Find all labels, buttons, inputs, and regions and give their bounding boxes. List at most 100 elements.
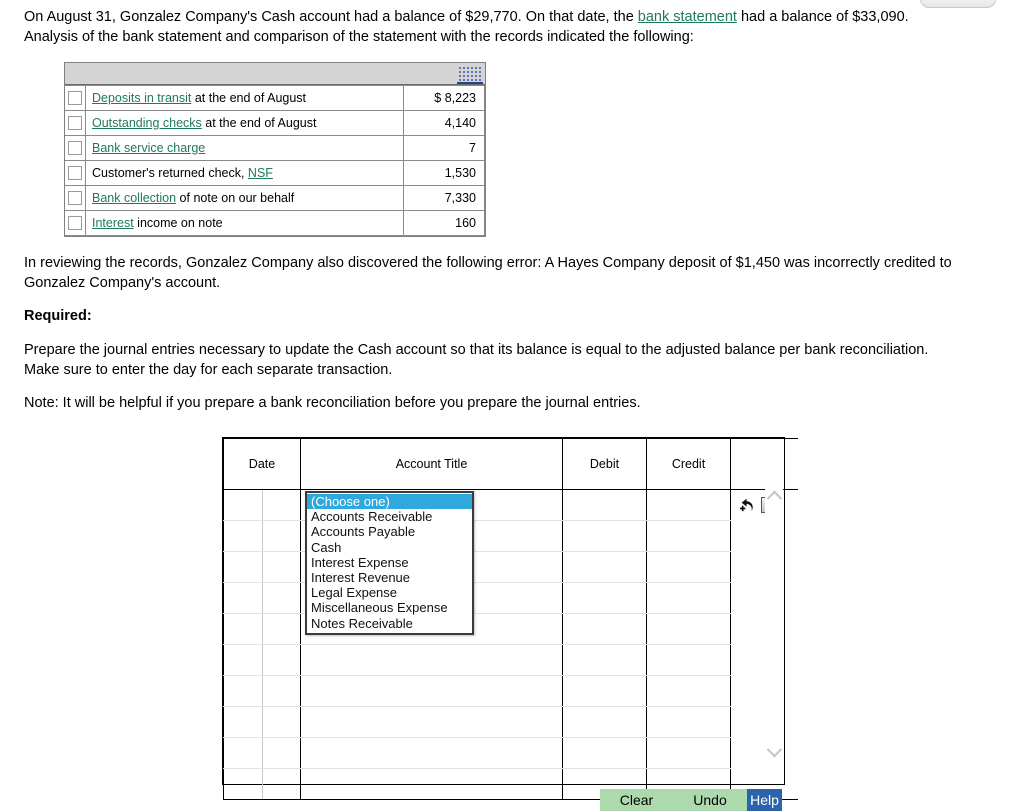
journal-day-cell[interactable] <box>262 675 301 707</box>
journal-account-title-cell[interactable] <box>300 706 563 738</box>
row-checkbox[interactable] <box>68 116 82 131</box>
journal-credit-cell[interactable] <box>646 520 731 552</box>
row-checkbox[interactable] <box>68 191 82 206</box>
account-title-dropdown[interactable]: (Choose one) Accounts Receivable Accounts … <box>305 491 474 635</box>
bank-statement-facts-table: Deposits in transit at the end of August… <box>64 62 486 237</box>
journal-entry-widget: Date Account Title Debit Credit × (Choos… <box>222 437 798 800</box>
journal-day-cell[interactable] <box>262 768 301 800</box>
fact-label-cell: Interest income on note <box>85 210 404 236</box>
undo-button[interactable]: Undo <box>673 789 747 811</box>
table-row: Outstanding checks at the end of August 4… <box>65 110 485 136</box>
journal-row <box>223 706 798 738</box>
journal-debit-cell[interactable] <box>562 737 647 769</box>
fact-amount-cell: 7,330 <box>403 185 485 211</box>
fact-label-text: income on note <box>133 216 223 230</box>
scroll-down-arrow-icon[interactable] <box>766 741 783 761</box>
journal-account-title-cell[interactable] <box>300 644 563 676</box>
journal-day-cell[interactable] <box>262 706 301 738</box>
dropdown-option[interactable]: Miscellaneous Expense <box>307 600 472 615</box>
row-checkbox-cell <box>65 185 86 211</box>
fact-amount-cell: $ 8,223 <box>403 85 485 111</box>
row-checkbox-cell <box>65 110 86 136</box>
facts-rows: Deposits in transit at the end of August… <box>65 85 485 236</box>
fact-amount-cell: 160 <box>403 210 485 236</box>
journal-credit-cell[interactable] <box>646 675 731 707</box>
note-paragraph: Note: It will be helpful if you prepare … <box>24 395 641 411</box>
journal-day-cell[interactable] <box>262 520 301 552</box>
column-header-date: Date <box>223 438 301 490</box>
journal-day-cell[interactable] <box>262 551 301 583</box>
row-checkbox[interactable] <box>68 216 82 231</box>
journal-credit-cell[interactable] <box>646 551 731 583</box>
journal-debit-cell[interactable] <box>562 675 647 707</box>
glossary-link[interactable]: Bank collection <box>92 191 176 205</box>
table-row: Interest income on note 160 <box>65 210 485 236</box>
row-checkbox[interactable] <box>68 141 82 156</box>
journal-account-title-cell[interactable] <box>300 768 563 800</box>
dropdown-option[interactable]: Cash <box>307 540 472 555</box>
dropdown-option[interactable]: Legal Expense <box>307 585 472 600</box>
help-button[interactable]: Help <box>747 789 782 811</box>
journal-debit-cell[interactable] <box>562 644 647 676</box>
journal-credit-cell[interactable] <box>646 737 731 769</box>
dropdown-option[interactable]: Interest Revenue <box>307 570 472 585</box>
journal-debit-cell[interactable] <box>562 582 647 614</box>
table-row: Bank service charge 7 <box>65 135 485 161</box>
journal-debit-cell[interactable] <box>562 551 647 583</box>
journal-day-cell[interactable] <box>262 582 301 614</box>
dropdown-option[interactable]: Accounts Payable <box>307 524 472 539</box>
scroll-up-arrow-icon[interactable] <box>766 487 783 507</box>
prepare-instructions: Prepare the journal entries necessary to… <box>24 342 929 378</box>
journal-date-cell[interactable] <box>223 489 263 521</box>
row-checkbox-cell <box>65 85 86 111</box>
journal-account-title-cell[interactable] <box>300 675 563 707</box>
journal-debit-cell[interactable] <box>562 613 647 645</box>
row-checkbox[interactable] <box>68 91 82 106</box>
bank-statement-link[interactable]: bank statement <box>638 9 737 25</box>
journal-date-cell[interactable] <box>223 520 263 552</box>
dropdown-option[interactable]: (Choose one) <box>307 494 472 510</box>
dropdown-option[interactable]: Accounts Receivable <box>307 509 472 524</box>
journal-date-cell[interactable] <box>223 706 263 738</box>
journal-table-head: Date Account Title Debit Credit <box>223 438 798 490</box>
review-paragraph: In reviewing the records, Gonzalez Compa… <box>24 255 952 291</box>
row-checkbox[interactable] <box>68 166 82 181</box>
journal-debit-cell[interactable] <box>562 520 647 552</box>
journal-day-cell[interactable] <box>262 489 301 521</box>
journal-date-cell[interactable] <box>223 582 263 614</box>
glossary-link[interactable]: Bank service charge <box>92 141 205 155</box>
journal-day-cell[interactable] <box>262 644 301 676</box>
glossary-link[interactable]: Deposits in transit <box>92 91 191 105</box>
journal-day-cell[interactable] <box>262 613 301 645</box>
action-button-bar: Clear Undo Help <box>600 789 782 811</box>
journal-credit-cell[interactable] <box>646 489 731 521</box>
journal-credit-cell[interactable] <box>646 582 731 614</box>
add-row-icon[interactable] <box>739 498 756 513</box>
journal-date-cell[interactable] <box>223 551 263 583</box>
dropdown-option[interactable]: Notes Receivable <box>307 616 472 631</box>
journal-credit-cell[interactable] <box>646 706 731 738</box>
journal-date-cell[interactable] <box>223 675 263 707</box>
journal-debit-cell[interactable] <box>562 489 647 521</box>
journal-date-cell[interactable] <box>223 613 263 645</box>
journal-date-cell[interactable] <box>223 768 263 800</box>
journal-date-cell[interactable] <box>223 737 263 769</box>
glossary-link[interactable]: Outstanding checks <box>92 116 202 130</box>
column-header-credit: Credit <box>646 438 731 490</box>
glossary-link[interactable]: Interest <box>92 216 134 230</box>
journal-credit-cell[interactable] <box>646 644 731 676</box>
journal-day-cell[interactable] <box>262 737 301 769</box>
journal-scrollbar[interactable] <box>765 487 783 783</box>
journal-credit-cell[interactable] <box>646 613 731 645</box>
journal-account-title-cell[interactable] <box>300 737 563 769</box>
journal-debit-cell[interactable] <box>562 706 647 738</box>
glossary-link[interactable]: NSF <box>248 166 273 180</box>
journal-date-cell[interactable] <box>223 644 263 676</box>
clear-button[interactable]: Clear <box>600 789 673 811</box>
dropdown-option[interactable]: Interest Expense <box>307 555 472 570</box>
facts-table-header-bar <box>65 63 485 85</box>
fact-amount-cell: 4,140 <box>403 110 485 136</box>
fact-amount-cell: 1,530 <box>403 160 485 186</box>
journal-row <box>223 737 798 769</box>
resize-grip-icon[interactable] <box>457 65 483 84</box>
